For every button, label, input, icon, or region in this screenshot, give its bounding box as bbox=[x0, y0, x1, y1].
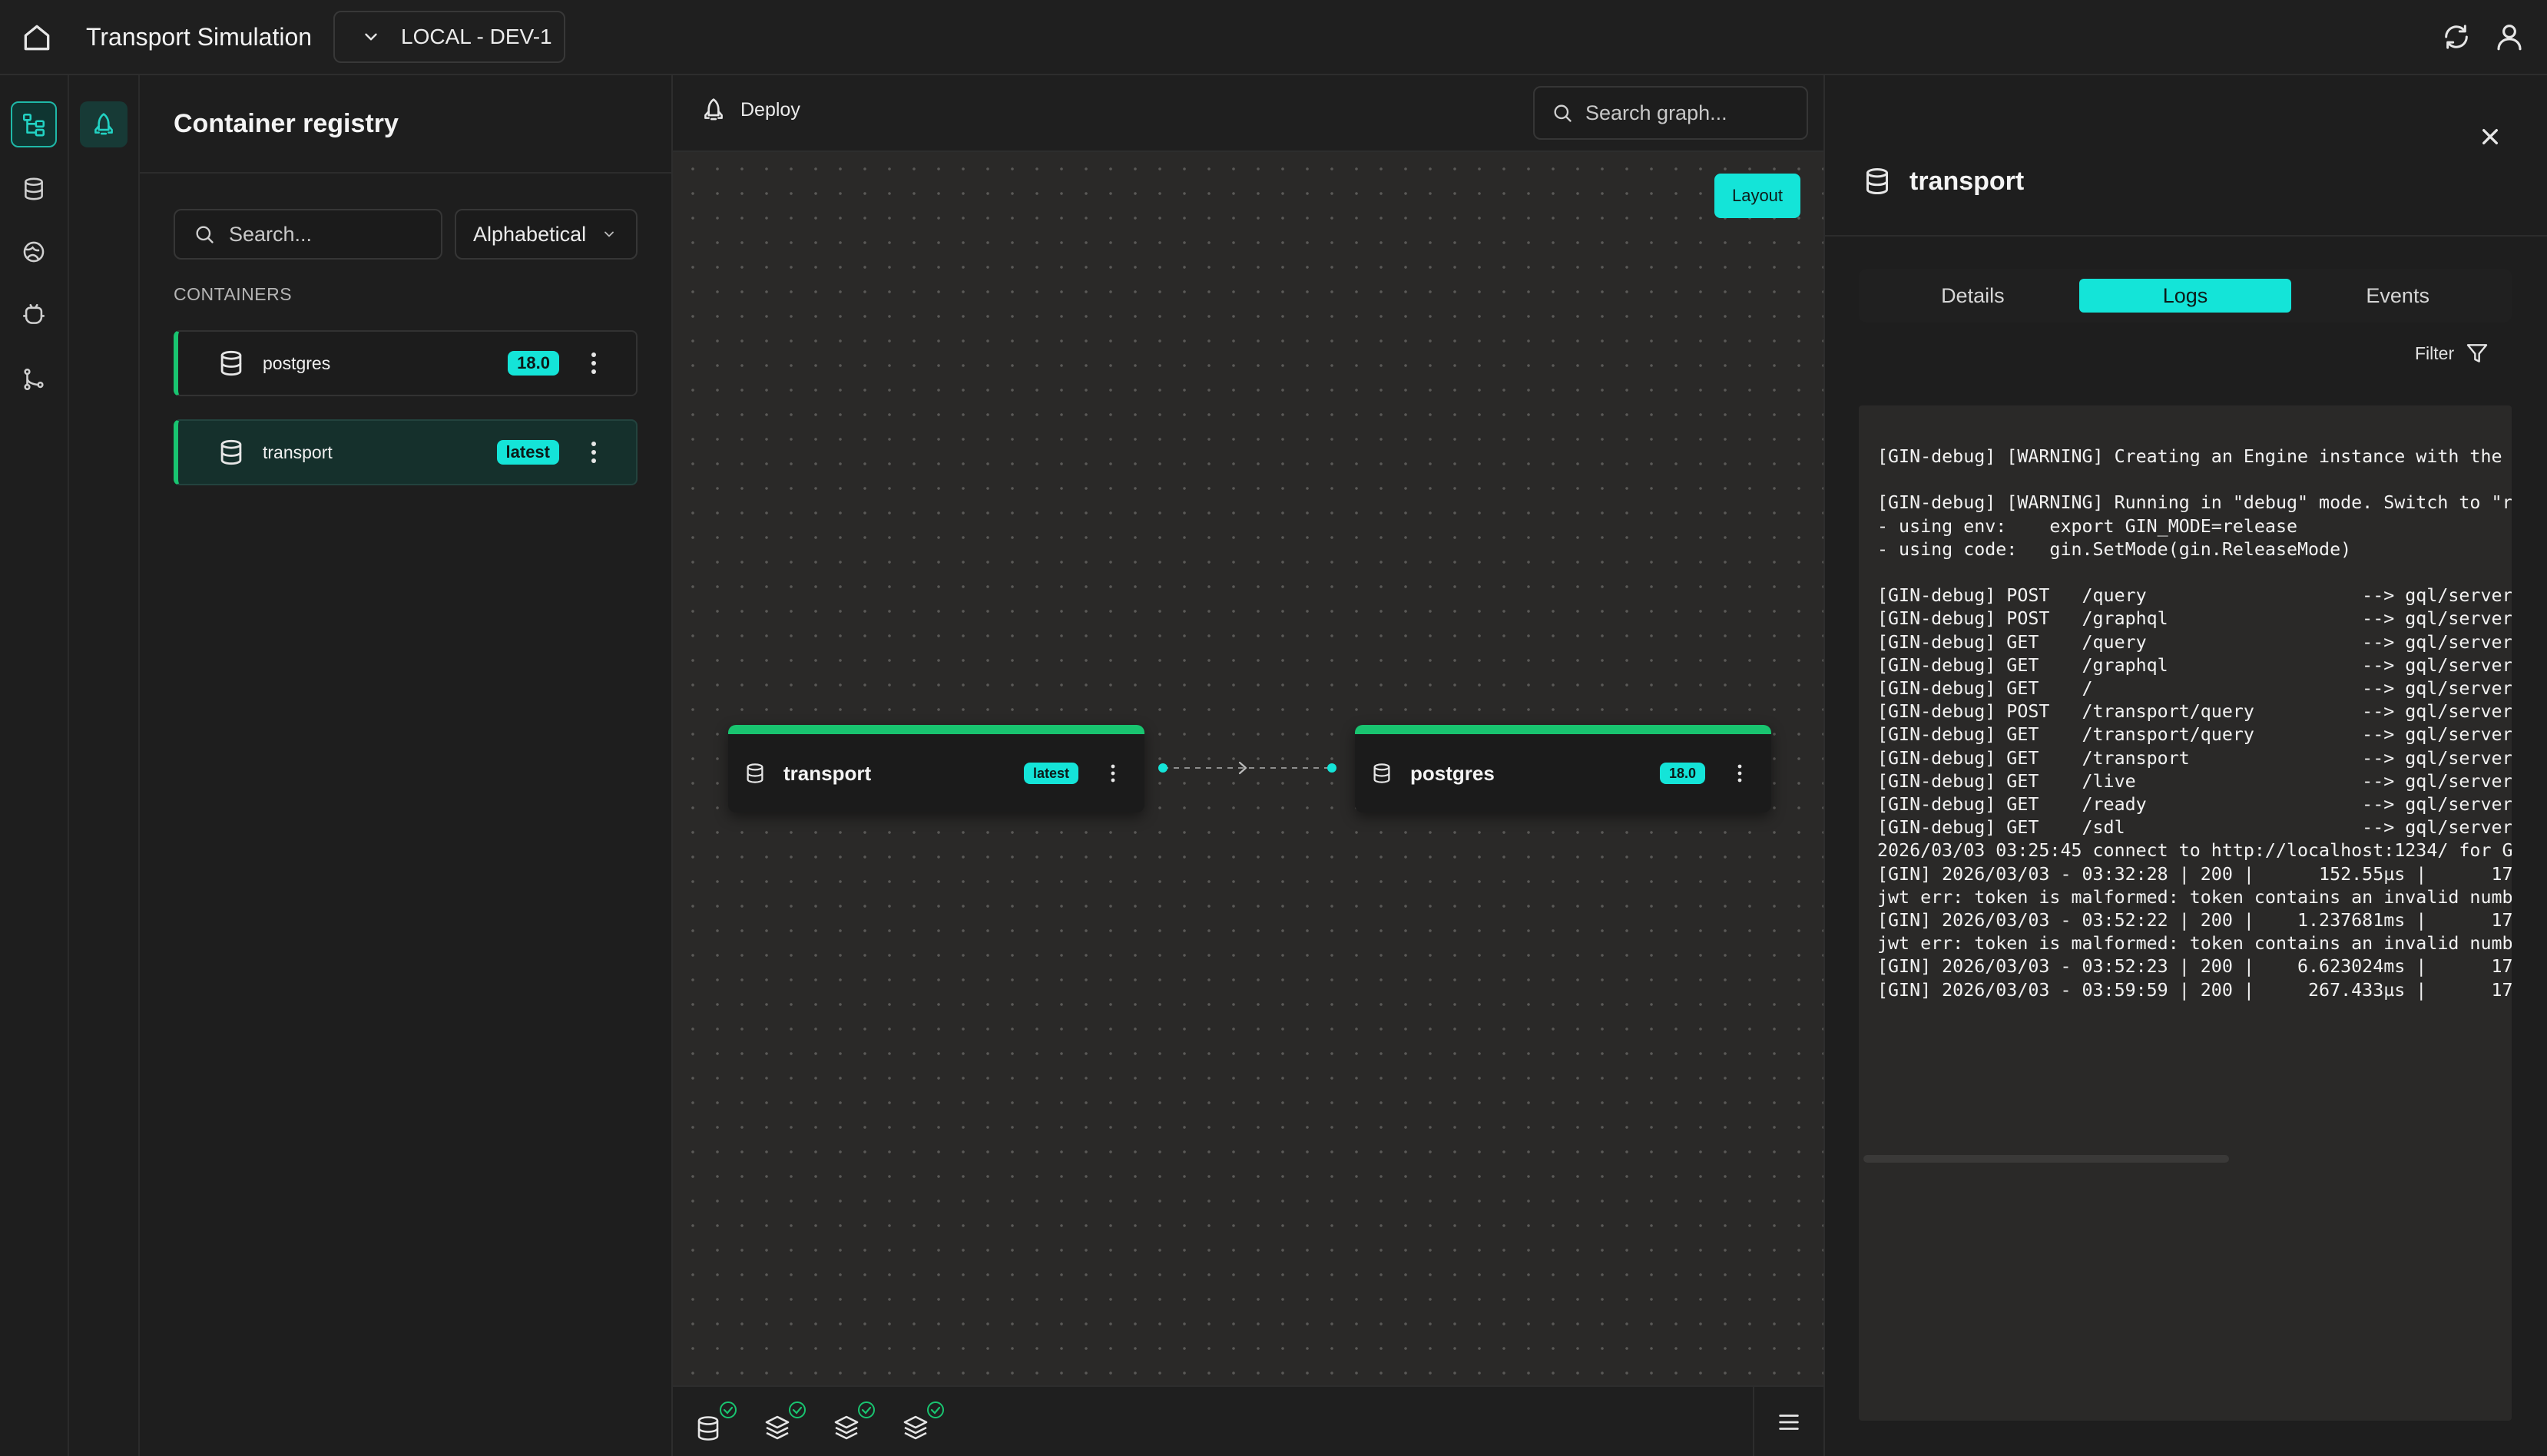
database-icon bbox=[217, 349, 246, 378]
container-name: transport bbox=[263, 442, 333, 462]
database-icon bbox=[1862, 166, 1893, 197]
graph-search-input[interactable] bbox=[1585, 101, 1808, 125]
node-status-bar bbox=[1355, 725, 1771, 734]
environment-label: LOCAL - DEV-1 bbox=[401, 25, 552, 48]
more-options-icon[interactable] bbox=[582, 348, 605, 379]
globe-icon[interactable] bbox=[11, 229, 57, 275]
home-icon[interactable] bbox=[20, 21, 54, 55]
database-icon[interactable] bbox=[693, 1401, 737, 1447]
bottom-dock bbox=[673, 1385, 1823, 1456]
version-badge: latest bbox=[496, 440, 559, 465]
check-icon bbox=[858, 1401, 875, 1418]
node-name: postgres bbox=[1410, 761, 1495, 785]
registry-search[interactable] bbox=[174, 209, 442, 260]
details-title: transport bbox=[1909, 166, 2025, 196]
bot-icon[interactable] bbox=[11, 292, 57, 338]
graph-node-postgres[interactable]: postgres 18.0 bbox=[1355, 725, 1771, 812]
search-icon bbox=[194, 223, 215, 245]
more-options-icon[interactable] bbox=[1728, 758, 1751, 789]
node-status-bar bbox=[728, 725, 1144, 734]
close-icon[interactable] bbox=[2475, 121, 2506, 152]
menu-icon[interactable] bbox=[1753, 1387, 1823, 1456]
tab-details[interactable]: Details bbox=[1866, 279, 2079, 313]
database-icon bbox=[217, 438, 246, 467]
app-title: Transport Simulation bbox=[86, 23, 313, 51]
details-panel: transport Details Logs Events Filter [GI… bbox=[1823, 75, 2547, 1456]
chevron-down-icon bbox=[601, 227, 617, 242]
version-badge: latest bbox=[1023, 763, 1078, 784]
layout-button[interactable]: Layout bbox=[1714, 174, 1800, 218]
horizontal-scrollbar[interactable] bbox=[1863, 1155, 2229, 1163]
sort-select-label: Alphabetical bbox=[473, 222, 587, 246]
search-icon bbox=[1552, 102, 1573, 124]
container-registry-panel: Container registry Alphabetical CONTAINE… bbox=[140, 75, 673, 1456]
container-item-postgres[interactable]: postgres 18.0 bbox=[174, 330, 638, 396]
secondary-nav-rail bbox=[69, 75, 140, 1456]
tab-logs[interactable]: Logs bbox=[2078, 279, 2292, 313]
database-icon bbox=[1370, 762, 1393, 785]
graph-icon[interactable] bbox=[11, 101, 57, 147]
deploy-button[interactable]: Deploy bbox=[701, 97, 800, 123]
graph-edge[interactable] bbox=[1155, 754, 1340, 782]
details-tabs: Details Logs Events bbox=[1859, 269, 2512, 323]
layers-icon[interactable] bbox=[762, 1401, 806, 1447]
rocket-icon bbox=[701, 97, 727, 123]
container-item-transport[interactable]: transport latest bbox=[174, 419, 638, 485]
registry-title: Container registry bbox=[174, 108, 399, 138]
divider bbox=[1825, 235, 2547, 237]
tab-events[interactable]: Events bbox=[2291, 279, 2504, 313]
registry-header: Container registry bbox=[140, 75, 671, 174]
primary-nav-rail bbox=[0, 75, 69, 1456]
filter-button[interactable]: Filter bbox=[2415, 341, 2489, 366]
version-badge: 18.0 bbox=[508, 351, 559, 376]
check-icon bbox=[720, 1401, 737, 1418]
graph-canvas[interactable]: Deploy Layout transport latest bbox=[673, 75, 1823, 1456]
database-icon[interactable] bbox=[11, 166, 57, 212]
node-name: transport bbox=[783, 761, 872, 785]
sort-select[interactable]: Alphabetical bbox=[455, 209, 638, 260]
graph-toolbar: Deploy bbox=[673, 75, 1823, 152]
refresh-icon[interactable] bbox=[2441, 22, 2472, 52]
version-badge: 18.0 bbox=[1659, 763, 1705, 784]
more-options-icon[interactable] bbox=[1101, 758, 1124, 789]
user-icon[interactable] bbox=[2493, 21, 2525, 53]
filter-icon bbox=[2465, 341, 2489, 366]
filter-label: Filter bbox=[2415, 342, 2455, 363]
graph-search[interactable] bbox=[1533, 86, 1808, 140]
top-bar: Transport Simulation LOCAL - DEV-1 bbox=[0, 0, 2547, 75]
more-options-icon[interactable] bbox=[582, 437, 605, 468]
check-icon bbox=[789, 1401, 806, 1418]
log-output[interactable]: [GIN-debug] [WARNING] Creating an Engine… bbox=[1859, 405, 2512, 1421]
environment-select[interactable]: LOCAL - DEV-1 bbox=[333, 11, 565, 63]
registry-search-input[interactable] bbox=[229, 222, 429, 247]
layers-icon[interactable] bbox=[831, 1401, 876, 1447]
log-text: [GIN-debug] [WARNING] Creating an Engine… bbox=[1877, 446, 2512, 1001]
graph-node-transport[interactable]: transport latest bbox=[728, 725, 1144, 812]
details-header: transport bbox=[1862, 166, 2024, 197]
deploy-label: Deploy bbox=[740, 98, 800, 121]
database-icon bbox=[744, 762, 767, 785]
git-branch-icon[interactable] bbox=[11, 356, 57, 402]
chevron-down-icon bbox=[361, 27, 381, 47]
layers-icon[interactable] bbox=[900, 1401, 945, 1447]
deploy-nav-icon[interactable] bbox=[80, 101, 128, 147]
containers-section-label: CONTAINERS bbox=[174, 284, 293, 304]
check-icon bbox=[927, 1401, 944, 1418]
container-name: postgres bbox=[263, 352, 331, 373]
